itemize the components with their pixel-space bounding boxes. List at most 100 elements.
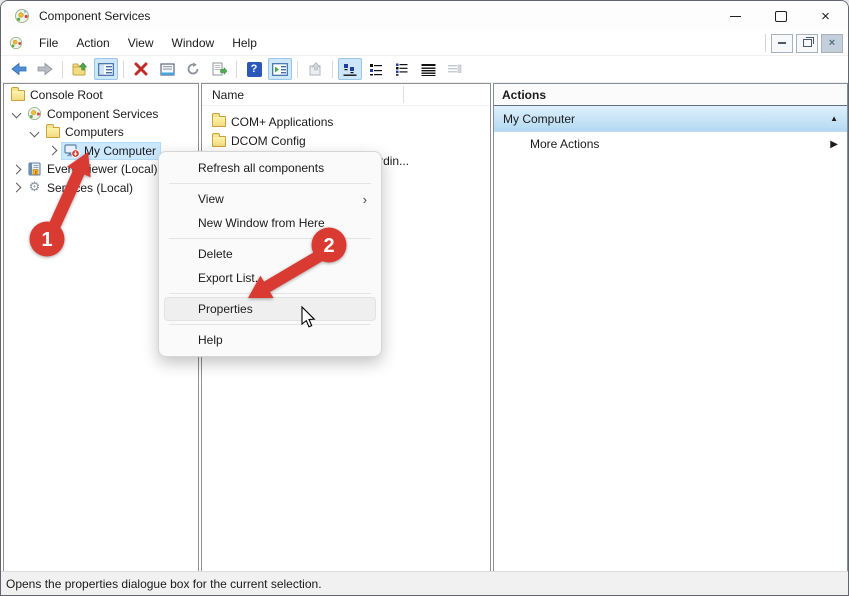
maximize-button[interactable]	[758, 2, 803, 31]
up-folder-icon	[72, 62, 88, 76]
tree-item-label: Services (Local)	[47, 181, 133, 195]
export-list-icon	[212, 62, 227, 76]
list-item-dcom-config[interactable]: DCOM Config	[202, 132, 490, 152]
menu-file[interactable]: File	[30, 36, 67, 50]
toolbar-separator	[62, 61, 63, 78]
column-divider[interactable]	[403, 86, 404, 103]
list-view-icon	[395, 63, 409, 76]
com-plus-icon	[26, 106, 43, 121]
menu-window[interactable]: Window	[163, 36, 224, 50]
chevron-down-icon[interactable]	[30, 127, 40, 137]
view-list-button[interactable]	[390, 58, 414, 80]
export-list-button[interactable]	[207, 58, 231, 80]
menu-item-label: Refresh all components	[198, 161, 324, 175]
launch-button-disabled[interactable]	[303, 58, 327, 80]
menu-item-label: Export List...	[198, 271, 265, 285]
services-gear-icon: ⚙	[26, 181, 43, 194]
child-minimize-icon	[778, 42, 786, 44]
menu-item-properties[interactable]: Properties	[164, 297, 376, 321]
up-one-level-button[interactable]	[68, 58, 92, 80]
refresh-icon	[186, 62, 200, 76]
tree-item-label: Component Services	[47, 107, 158, 121]
more-actions-item[interactable]: More Actions ▶	[494, 132, 847, 156]
menu-item-delete[interactable]: Delete	[164, 242, 376, 266]
menu-view[interactable]: View	[119, 36, 163, 50]
details-view-icon	[421, 63, 436, 76]
small-icons-view-icon	[369, 63, 383, 76]
menu-item-label: Help	[198, 333, 223, 347]
minimize-button[interactable]	[713, 2, 758, 31]
child-restore-button[interactable]	[796, 34, 818, 53]
actions-title: Actions	[502, 88, 546, 102]
chevron-down-icon[interactable]	[12, 109, 22, 119]
folder-icon	[212, 136, 226, 147]
back-arrow-icon	[11, 62, 27, 76]
menu-separator	[169, 324, 371, 325]
view-small-icons-button[interactable]	[364, 58, 388, 80]
toolbar: ?	[1, 56, 848, 83]
tree-item-console-root[interactable]: Console Root	[4, 86, 198, 105]
view-status-button-disabled[interactable]	[442, 58, 466, 80]
show-console-tree-button[interactable]	[94, 58, 118, 80]
tree-item-label: My Computer	[84, 144, 156, 158]
more-actions-label: More Actions	[530, 137, 599, 151]
maximize-icon	[775, 11, 787, 22]
console-tree-icon	[98, 63, 114, 76]
toolbar-separator	[236, 61, 237, 78]
chevron-right-icon[interactable]	[48, 146, 58, 156]
chevron-right-icon[interactable]	[12, 183, 22, 193]
menu-item-export-list[interactable]: Export List...	[164, 266, 376, 290]
menu-item-new-window-from-here[interactable]: New Window from Here	[164, 211, 376, 235]
show-action-pane-button[interactable]	[268, 58, 292, 80]
properties-button[interactable]	[155, 58, 179, 80]
menu-item-refresh-all-components[interactable]: Refresh all components	[164, 156, 376, 180]
name-column-header[interactable]: Name	[212, 88, 244, 102]
help-button[interactable]: ?	[242, 58, 266, 80]
minimize-icon	[730, 16, 741, 17]
tree-item-component-services[interactable]: Component Services	[4, 105, 198, 124]
menu-item-label: New Window from Here	[198, 216, 325, 230]
view-details-button[interactable]	[416, 58, 440, 80]
collapse-arrow-icon[interactable]: ▲	[830, 114, 838, 123]
toolbar-separator	[123, 61, 124, 78]
child-close-icon: ×	[829, 38, 835, 49]
back-button[interactable]	[7, 58, 31, 80]
menu-separator	[169, 293, 371, 294]
window-title: Component Services	[39, 9, 150, 23]
folder-icon	[212, 116, 226, 127]
refresh-button[interactable]	[181, 58, 205, 80]
close-button[interactable]: ×	[803, 2, 848, 31]
menu-item-view[interactable]: View ›	[164, 187, 376, 211]
status-text: Opens the properties dialogue box for th…	[6, 577, 322, 591]
menu-help[interactable]: Help	[223, 36, 266, 50]
menu-item-label: Properties	[198, 302, 253, 316]
computer-icon	[63, 144, 80, 158]
chevron-right-icon[interactable]	[12, 164, 22, 174]
list-item-label: DCOM Config	[231, 134, 306, 148]
title-bar: Component Services ×	[1, 1, 848, 31]
context-menu: Refresh all components View › New Window…	[158, 151, 382, 357]
com-plus-app-icon	[14, 8, 30, 24]
folder-icon	[44, 127, 61, 138]
menu-item-help[interactable]: Help	[164, 328, 376, 352]
actions-group-title: My Computer	[503, 112, 575, 126]
close-icon: ×	[821, 9, 830, 24]
list-item-com-applications[interactable]: COM+ Applications	[202, 112, 490, 132]
actions-group-my-computer[interactable]: My Computer ▲	[494, 106, 847, 132]
view-large-icons-button[interactable]	[338, 58, 362, 80]
forward-button[interactable]	[33, 58, 57, 80]
child-minimize-button[interactable]	[771, 34, 793, 53]
child-close-button[interactable]: ×	[821, 34, 843, 53]
properties-icon	[160, 63, 175, 76]
launch-icon	[308, 62, 323, 76]
event-viewer-icon	[26, 162, 43, 176]
expand-arrow-icon[interactable]: ▶	[830, 139, 838, 150]
tree-item-computers[interactable]: Computers	[4, 123, 198, 142]
menu-action[interactable]: Action	[67, 36, 118, 50]
forward-arrow-icon	[37, 62, 53, 76]
delete-button[interactable]	[129, 58, 153, 80]
action-pane-icon	[272, 63, 288, 76]
selected-tree-item[interactable]: My Computer	[62, 143, 160, 159]
menu-item-label: View	[198, 192, 224, 206]
menu-separator	[169, 238, 371, 239]
